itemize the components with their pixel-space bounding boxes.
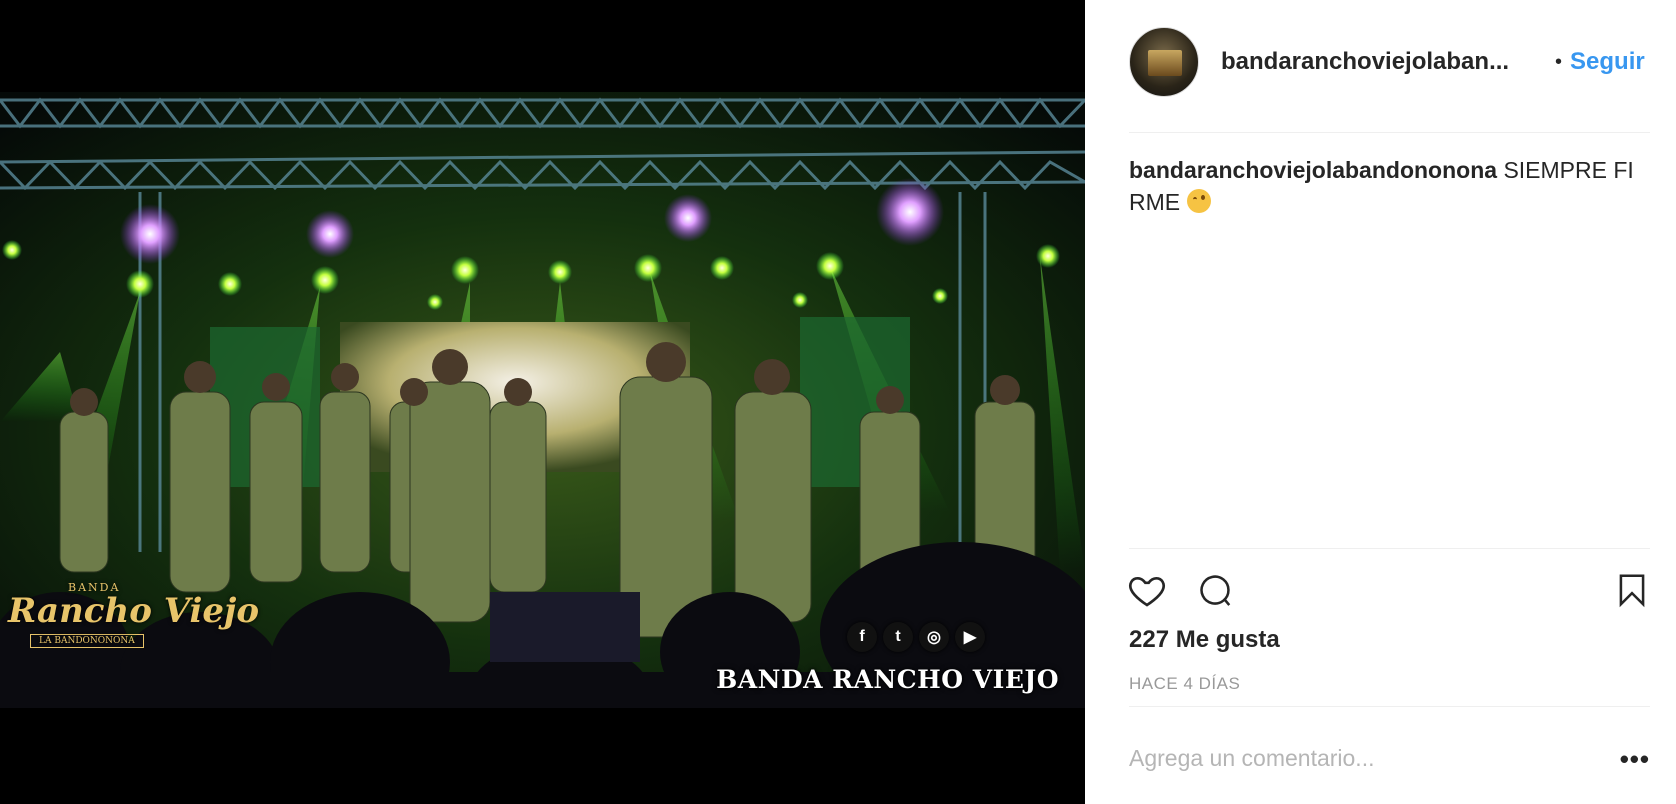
social-icons-overlay: f t ◎ ▶: [847, 622, 985, 652]
wink-emoji-icon: [1186, 189, 1211, 213]
post-details-panel: bandaranchoviejolaban... • Seguir bandar…: [1085, 0, 1676, 804]
band-name-overlay: BANDA RANCHO VIEJO: [716, 665, 1059, 694]
post-media[interactable]: BANDA Rancho Viejo LA BANDONONONA f t ◎ …: [0, 0, 1085, 804]
divider: [1129, 706, 1650, 707]
caption-username[interactable]: bandaranchoviejolabandononona: [1129, 157, 1497, 183]
concert-photo[interactable]: BANDA Rancho Viejo LA BANDONONONA f t ◎ …: [0, 92, 1085, 708]
avatar[interactable]: [1129, 27, 1199, 97]
comment-button[interactable]: [1193, 568, 1237, 612]
post-actions: [1129, 568, 1650, 612]
divider: [1129, 132, 1650, 133]
twitter-icon: t: [883, 622, 913, 652]
post-caption: bandaranchoviejolabandononona SIEMPRE FI…: [1129, 154, 1641, 218]
post-header: bandaranchoviejolaban... • Seguir: [1129, 26, 1676, 98]
facebook-icon: f: [847, 622, 877, 652]
like-count[interactable]: 227 Me gusta: [1129, 626, 1280, 654]
comment-input[interactable]: [1129, 740, 1599, 776]
comment-icon: [1200, 575, 1231, 606]
follow-button[interactable]: Seguir: [1570, 48, 1645, 76]
more-options-button[interactable]: •••: [1620, 744, 1650, 775]
divider: [1129, 548, 1650, 549]
heart-icon: [1129, 576, 1165, 607]
post-timestamp[interactable]: HACE 4 DÍAS: [1129, 674, 1240, 694]
band-logo-overlay: BANDA Rancho Viejo LA BANDONONONA: [8, 581, 259, 648]
youtube-icon: ▶: [955, 622, 985, 652]
header-username[interactable]: bandaranchoviejolaban...: [1221, 48, 1539, 76]
bookmark-icon: [1619, 574, 1645, 608]
save-button[interactable]: [1610, 568, 1654, 612]
like-button[interactable]: [1125, 568, 1169, 612]
logo-bottom-text: LA BANDONONONA: [30, 634, 144, 648]
instagram-icon: ◎: [919, 622, 949, 652]
logo-main-text: Rancho Viejo: [8, 591, 260, 631]
separator-dot: •: [1555, 50, 1563, 73]
